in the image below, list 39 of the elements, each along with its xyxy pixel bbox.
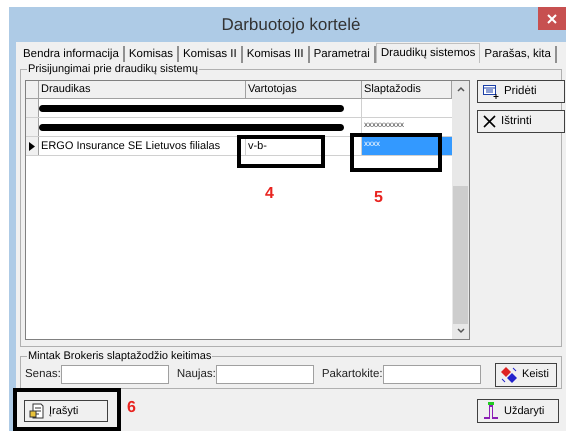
table-add-icon bbox=[483, 84, 499, 98]
scroll-up-icon bbox=[456, 86, 464, 92]
close-button[interactable] bbox=[538, 7, 566, 30]
delete-button[interactable]: Ištrinti bbox=[477, 110, 565, 133]
input-field[interactable] bbox=[60, 365, 169, 384]
input-field[interactable] bbox=[216, 365, 314, 384]
diamonds-icon bbox=[500, 366, 518, 384]
group-title: Mintak Brokeris slaptažodžio keitimas bbox=[27, 349, 212, 363]
field-label: Pakartokite: bbox=[322, 366, 383, 382]
close-icon bbox=[547, 14, 557, 24]
add-button[interactable]: Pridėti bbox=[477, 80, 565, 103]
window-title: Darbuotojo kortelė bbox=[222, 14, 360, 36]
scrollbar[interactable] bbox=[452, 81, 469, 339]
header-cell bbox=[26, 81, 39, 99]
column-header[interactable]: Draudikas bbox=[39, 81, 246, 99]
close-icon bbox=[483, 115, 496, 128]
scroll-down-icon bbox=[456, 328, 464, 334]
exit-icon bbox=[482, 402, 500, 420]
row-header[interactable] bbox=[26, 137, 39, 155]
save-button[interactable]: Įrašyti bbox=[24, 400, 108, 422]
scroll-thumb[interactable] bbox=[453, 186, 468, 324]
annotation-number: 4 bbox=[265, 184, 274, 204]
tab[interactable]: Komisas III bbox=[242, 46, 310, 63]
annotation-number: 6 bbox=[127, 398, 136, 418]
table-cell[interactable]: xxxxxxxxxx bbox=[362, 118, 452, 136]
column-header[interactable]: Slaptažodis bbox=[362, 81, 452, 99]
tab[interactable]: Parašas, kita bbox=[480, 46, 557, 63]
tab[interactable]: Draudikų sistemos bbox=[376, 43, 480, 63]
input-field[interactable] bbox=[382, 365, 481, 384]
change-button[interactable]: Keisti bbox=[495, 362, 557, 386]
annotation-number: 5 bbox=[374, 188, 383, 208]
table-cell: ERGO Insurance SE Lietuvos filialas bbox=[39, 137, 246, 155]
group-title: Prisijungimai prie draudikų sistemų bbox=[27, 62, 199, 76]
field-label: Naujas: bbox=[176, 366, 216, 382]
column-header[interactable]: Vartotojas bbox=[246, 81, 362, 99]
document-icon bbox=[29, 403, 45, 419]
close-button[interactable]: Uždaryti bbox=[477, 399, 559, 423]
current-row-icon bbox=[29, 142, 35, 150]
field-label: Senas: bbox=[25, 366, 61, 382]
